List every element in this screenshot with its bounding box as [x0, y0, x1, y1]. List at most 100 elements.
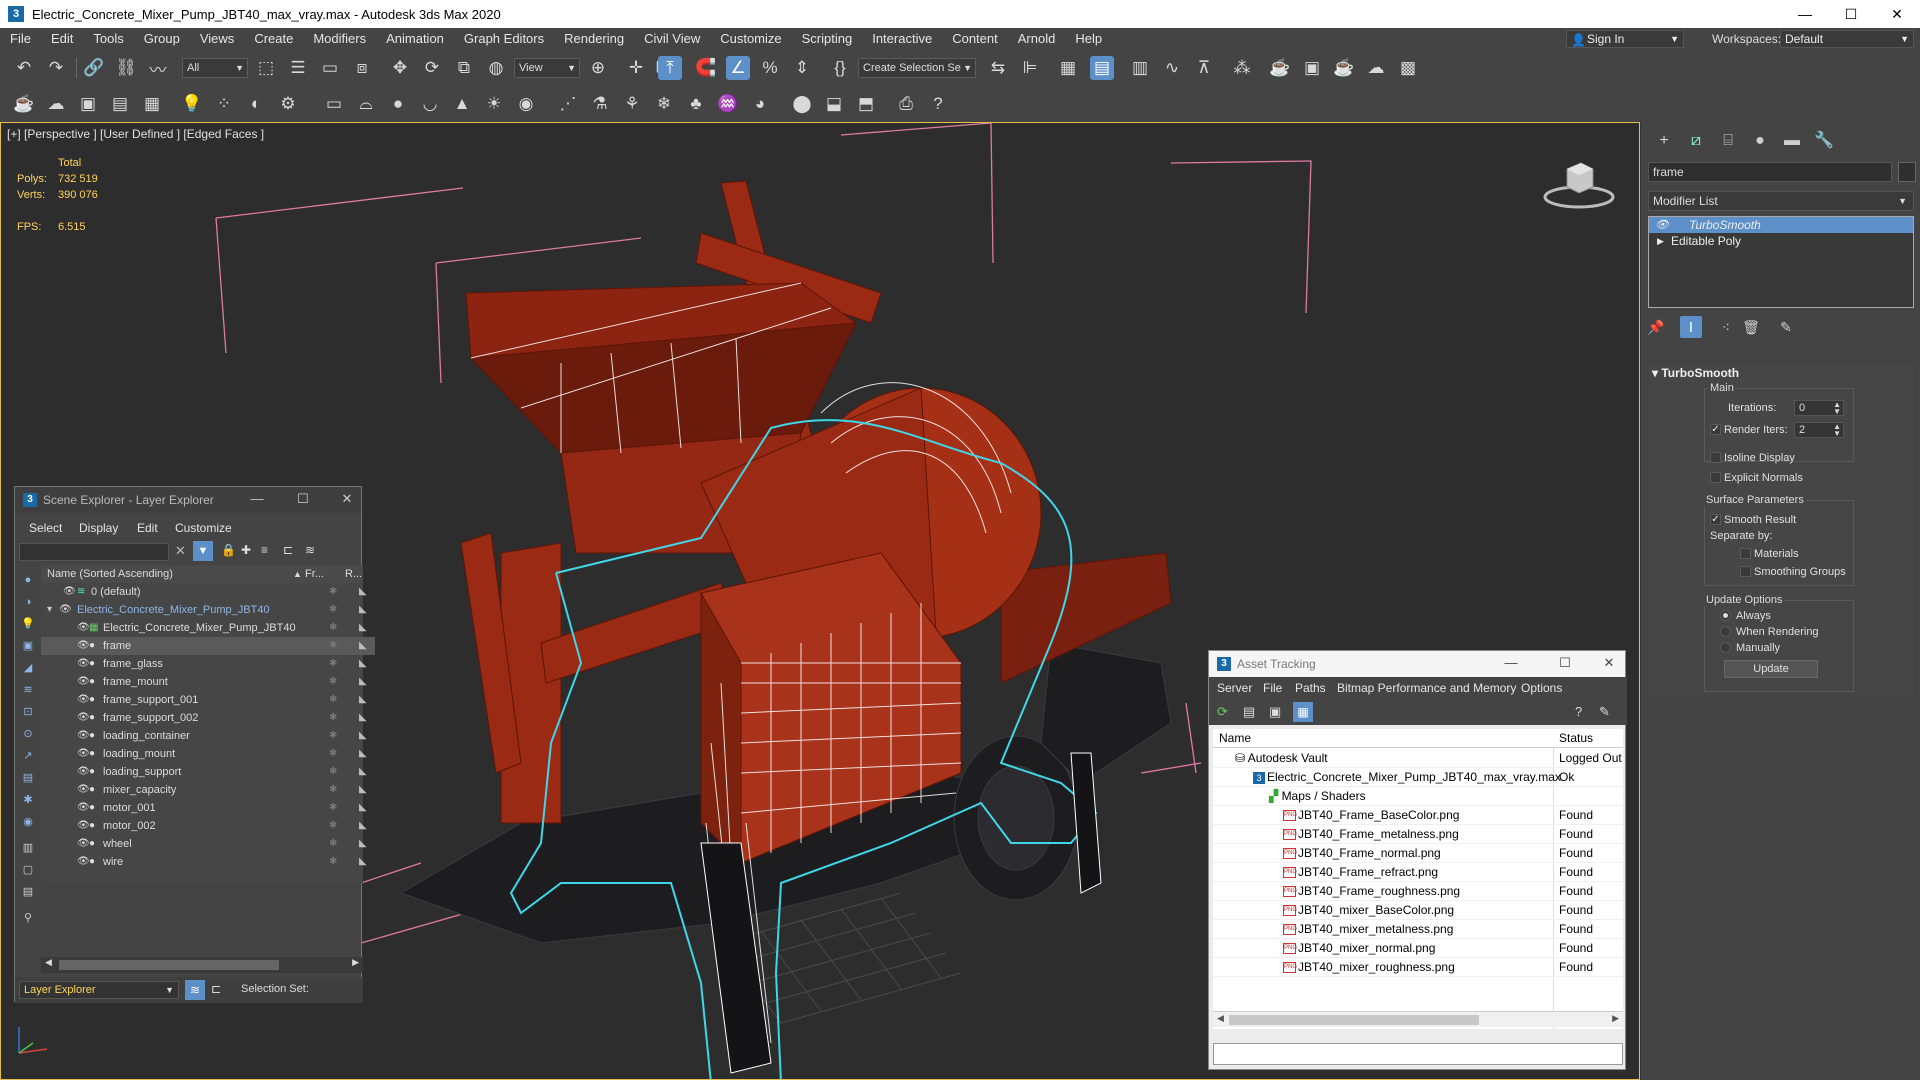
- scale-icon[interactable]: ⧉: [452, 56, 476, 80]
- render-icon[interactable]: ◣: [359, 601, 367, 619]
- render-list-icon[interactable]: ▤: [108, 92, 132, 116]
- scrollbar-thumb[interactable]: [1229, 1015, 1479, 1025]
- dome-icon[interactable]: ⌓: [354, 92, 378, 116]
- stack-item-editable-poly[interactable]: ▶ Editable Poly: [1649, 233, 1913, 249]
- freeze-icon[interactable]: ✱: [329, 781, 337, 799]
- display-tab-icon[interactable]: ▬: [1779, 130, 1805, 152]
- spinner-arrows-icon[interactable]: ▲ ▼: [1833, 401, 1841, 416]
- motion-tab-icon[interactable]: ●: [1747, 130, 1773, 152]
- sphere-wire-icon[interactable]: ◐: [244, 92, 268, 116]
- list-item[interactable]: 👁 ● frame_glass ✱ ◣: [41, 655, 375, 673]
- freeze-icon[interactable]: ✱: [329, 727, 337, 745]
- toggle-ribbon-icon[interactable]: ▥: [1128, 56, 1152, 80]
- freeze-icon[interactable]: ✱: [329, 835, 337, 853]
- snaps-toggle-icon[interactable]: ⤒: [658, 56, 682, 80]
- table-row[interactable]: ▞ Maps / Shaders: [1213, 787, 1623, 806]
- rectangle-selection-icon[interactable]: ▭: [318, 56, 342, 80]
- list-view-icon[interactable]: ▤: [1243, 704, 1255, 720]
- mirror-icon[interactable]: ⇆: [986, 56, 1010, 80]
- toggle-scene-explorer-icon[interactable]: ▦: [1056, 56, 1080, 80]
- teapot-icon[interactable]: ☕: [12, 92, 36, 116]
- col-name-header[interactable]: Name (Sorted Ascending): [47, 565, 173, 583]
- pin-stack-icon[interactable]: 📌: [1645, 316, 1667, 338]
- maximize-button[interactable]: ☐: [1555, 655, 1575, 671]
- eye-icon[interactable]: 👁: [77, 619, 90, 637]
- mesh-icon[interactable]: ⋰: [556, 92, 580, 116]
- sphere-icon[interactable]: ●: [386, 92, 410, 116]
- display-xrefs-icon[interactable]: ⊙: [19, 725, 37, 743]
- freeze-icon[interactable]: ✱: [329, 583, 337, 601]
- shader-ball-icon[interactable]: ◕: [748, 92, 772, 116]
- sign-in-dropdown[interactable]: 👤 Sign In ▼: [1566, 30, 1684, 48]
- freeze-icon[interactable]: ✱: [329, 601, 337, 619]
- snap-2-5d-icon[interactable]: 🧲: [694, 56, 718, 80]
- remove-modifier-icon[interactable]: 🗑: [1740, 316, 1762, 338]
- eye-icon[interactable]: 👁: [77, 799, 90, 817]
- named-selection-set-dropdown[interactable]: Create Selection Se ▼: [858, 58, 976, 78]
- table-row[interactable]: PNGJBT40_mixer_normal.png Found: [1213, 939, 1623, 958]
- eye-icon[interactable]: 👁: [77, 781, 90, 799]
- hierarchy-tab-icon[interactable]: ⌸: [1715, 130, 1741, 152]
- list-item[interactable]: 👁 ● motor_002 ✱ ◣: [41, 817, 375, 835]
- render-icon[interactable]: ◣: [359, 709, 367, 727]
- modify-tab-icon[interactable]: ⧄: [1683, 130, 1709, 152]
- angle-snap-icon[interactable]: ∠: [726, 56, 750, 80]
- render-icon[interactable]: ◣: [359, 835, 367, 853]
- display-invert-icon[interactable]: ▤: [19, 883, 37, 901]
- col-name-header[interactable]: Name: [1219, 729, 1251, 748]
- eye-icon[interactable]: 👁: [77, 727, 90, 745]
- selection-filter-dropdown[interactable]: All ▼: [182, 58, 248, 78]
- list-item[interactable]: 👁 ● loading_support ✱ ◣: [41, 763, 375, 781]
- move-icon[interactable]: ✥: [388, 56, 412, 80]
- render-iters-checkbox[interactable]: ✓: [1710, 424, 1721, 435]
- menu-graph-editors[interactable]: Graph Editors: [454, 28, 554, 50]
- render-icon[interactable]: ◣: [359, 799, 367, 817]
- hierarchy-icon[interactable]: ⊏: [283, 543, 293, 557]
- eye-icon[interactable]: 👁: [1655, 217, 1669, 233]
- reference-coordinate-dropdown[interactable]: View ▼: [514, 58, 580, 78]
- viewport-label[interactable]: [+] [Perspective ] [User Defined ] [Edge…: [7, 127, 264, 141]
- eye-icon[interactable]: 👁: [59, 601, 72, 619]
- table-row[interactable]: PNGJBT40_Frame_metalness.png Found: [1213, 825, 1623, 844]
- sun-icon[interactable]: ☀: [482, 92, 506, 116]
- display-containers-icon[interactable]: ▤: [19, 769, 37, 787]
- freeze-icon[interactable]: ✱: [329, 655, 337, 673]
- explicit-normals-checkbox[interactable]: [1710, 472, 1721, 483]
- close-button[interactable]: ✕: [1599, 655, 1619, 671]
- col-render-header[interactable]: R...: [345, 565, 362, 583]
- show-end-result-icon[interactable]: Ⅰ: [1680, 316, 1702, 338]
- display-groups-icon[interactable]: ⊡: [19, 703, 37, 721]
- maximize-button[interactable]: ☐: [293, 491, 313, 507]
- redo-icon[interactable]: ↷: [44, 56, 68, 80]
- spinner-arrows-icon[interactable]: ▲ ▼: [1833, 423, 1841, 438]
- isoline-display-checkbox[interactable]: [1710, 452, 1721, 463]
- display-none-icon[interactable]: ▢: [19, 861, 37, 879]
- freeze-icon[interactable]: ✱: [329, 799, 337, 817]
- eye-icon[interactable]: 👁: [77, 817, 90, 835]
- undo-icon[interactable]: ↶: [12, 56, 36, 80]
- layer-stack-icon[interactable]: ≡: [261, 543, 268, 557]
- table-row[interactable]: PNGJBT40_mixer_metalness.png Found: [1213, 920, 1623, 939]
- display-frozen-icon[interactable]: ✱: [19, 791, 37, 809]
- render-grid-icon[interactable]: ▦: [140, 92, 164, 116]
- filter-icon[interactable]: ▼: [193, 541, 213, 561]
- scrollbar-thumb[interactable]: [59, 960, 279, 970]
- table-row[interactable]: PNGJBT40_Frame_roughness.png Found: [1213, 882, 1623, 901]
- render-icon[interactable]: ◣: [359, 655, 367, 673]
- eye-icon[interactable]: 👁: [77, 835, 90, 853]
- list-item[interactable]: 👁 ● loading_mount ✱ ◣: [41, 745, 375, 763]
- hierarchy-toggle-icon[interactable]: ⊏: [211, 982, 221, 996]
- close-button[interactable]: ✕: [1874, 0, 1920, 28]
- bowl-icon[interactable]: ◡: [418, 92, 442, 116]
- smooth-result-checkbox[interactable]: ✓: [1710, 514, 1721, 525]
- render-icon[interactable]: ◣: [359, 691, 367, 709]
- menu-animation[interactable]: Animation: [376, 28, 454, 50]
- asset-horizontal-scrollbar[interactable]: ◀ ▶: [1213, 1011, 1623, 1027]
- render-icon[interactable]: ◣: [359, 853, 367, 871]
- display-helpers-icon[interactable]: ◢: [19, 659, 37, 677]
- freeze-icon[interactable]: ✱: [329, 817, 337, 835]
- render-icon[interactable]: ◣: [359, 583, 367, 601]
- rotate-icon[interactable]: ⟳: [420, 56, 444, 80]
- edit-named-selection-icon[interactable]: {}: [828, 56, 852, 80]
- render-production-icon[interactable]: ☕: [1332, 56, 1356, 80]
